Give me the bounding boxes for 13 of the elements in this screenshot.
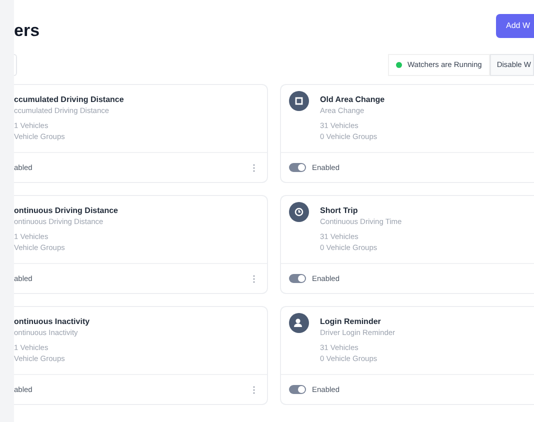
clock-icon xyxy=(289,202,309,222)
add-button[interactable]: Add W xyxy=(496,14,534,38)
watcher-title: Login Reminder xyxy=(320,316,382,327)
watcher-title: Old Area Change xyxy=(320,94,385,105)
toggle-switch[interactable] xyxy=(289,385,306,394)
user-icon xyxy=(289,313,309,333)
watcher-title: ccumulated Driving Distance xyxy=(14,94,125,105)
watcher-title: ontinuous Driving Distance xyxy=(14,205,120,216)
page-title: ers xyxy=(14,22,40,39)
toggle-switch[interactable] xyxy=(289,274,306,283)
toggle-switch[interactable] xyxy=(289,163,306,172)
watcher-title: ontinuous Inactivity xyxy=(14,316,91,327)
watcher-title: Short Trip xyxy=(320,205,359,216)
